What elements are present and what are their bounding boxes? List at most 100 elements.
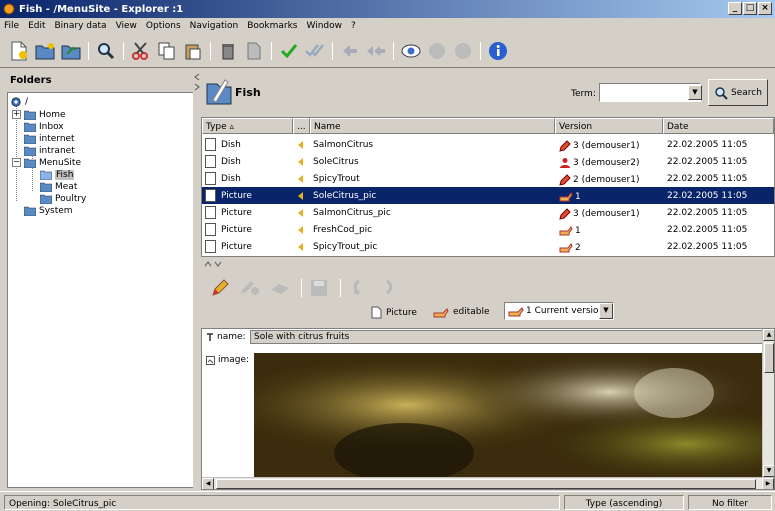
tree-item-poultry[interactable]: Poultry — [40, 193, 86, 205]
back-button[interactable] — [339, 40, 361, 62]
horizontal-scrollbar[interactable]: ◀ ▶ — [202, 477, 774, 489]
search-button[interactable]: Search — [708, 79, 768, 106]
document-gear-icon — [247, 42, 261, 59]
image-label: image: — [218, 355, 250, 365]
tree-item-internet[interactable]: internet — [24, 133, 75, 145]
version-select[interactable]: 1 Current version ▼ — [504, 302, 614, 320]
tree-item-system[interactable]: System — [24, 205, 73, 217]
toolbar-separator — [480, 41, 481, 60]
term-input[interactable] — [599, 83, 701, 102]
new-folder-button[interactable] — [34, 40, 56, 62]
toolbar-separator — [301, 279, 302, 297]
cell-type: Dish — [205, 155, 241, 168]
table-row[interactable]: Picture SpicyTrout_pic 2 22.02.2005 11:05 — [202, 238, 774, 255]
menu-window[interactable]: Window — [307, 21, 343, 31]
hand-version-icon — [559, 226, 573, 236]
column-header-extra[interactable]: ... — [293, 118, 310, 134]
tree-item-meat[interactable]: Meat — [40, 181, 77, 193]
split-arrows-icon — [204, 261, 222, 267]
accept-all-button[interactable] — [304, 40, 326, 62]
minimize-button[interactable]: _ — [728, 2, 742, 15]
scroll-up-button[interactable]: ▲ — [763, 329, 774, 341]
pencil-version-icon — [559, 208, 571, 220]
disabled-round-button-2[interactable] — [452, 40, 474, 62]
horizontal-splitter[interactable] — [201, 258, 775, 270]
cut-button[interactable] — [130, 40, 152, 62]
status-sort: Type (ascending) — [564, 495, 684, 510]
info-button[interactable] — [487, 40, 509, 62]
toolbar-separator — [393, 41, 394, 60]
menu-view[interactable]: View — [116, 21, 137, 31]
scroll-right-button[interactable]: ▶ — [762, 478, 774, 489]
folder-tree: / + Home Inbox internet intranet − MenuS… — [7, 92, 195, 488]
find-button[interactable] — [95, 40, 117, 62]
edit-by-button[interactable] — [239, 277, 261, 299]
hand-icon — [433, 308, 449, 318]
check-double-icon — [305, 43, 324, 57]
window-titlebar[interactable]: Fish - /MenuSite - Explorer :1 _ □ × — [0, 0, 775, 18]
table-row[interactable]: Dish SoleCitrus 3 (demouser2) 22.02.2005 11… — [202, 153, 774, 170]
paste-button[interactable] — [182, 40, 204, 62]
folder-icon — [40, 182, 52, 192]
toolbar-separator — [271, 41, 272, 60]
search-label: Search — [731, 87, 762, 98]
tree-expander-menusite[interactable]: − — [12, 158, 21, 167]
vertical-splitter[interactable] — [193, 70, 201, 490]
preview-button[interactable] — [400, 40, 422, 62]
menu-file[interactable]: File — [4, 21, 19, 31]
tree-expander-home[interactable]: + — [12, 110, 21, 119]
column-header-date[interactable]: Date — [663, 118, 774, 134]
accept-button[interactable] — [278, 40, 300, 62]
table-row[interactable]: Picture SalmonCitrus_pic 3 (demouser1) 22.0… — [202, 204, 774, 221]
vertical-scrollbar[interactable]: ▲ ▼ — [762, 329, 774, 477]
cell-name: SpicyTrout — [313, 174, 360, 184]
maximize-button[interactable]: □ — [743, 2, 757, 15]
eraser-button[interactable] — [269, 277, 291, 299]
table-row[interactable]: Picture FreshCod_pic 1 22.02.2005 11:05 — [202, 221, 774, 238]
cell-date: 22.02.2005 11:05 — [667, 174, 748, 184]
menu-options[interactable]: Options — [146, 21, 181, 31]
new-document-button[interactable] — [8, 40, 30, 62]
scroll-down-button[interactable]: ▼ — [763, 465, 774, 477]
tree-item-home[interactable]: Home — [24, 109, 66, 121]
close-button[interactable]: × — [758, 2, 772, 15]
scroll-thumb[interactable] — [764, 343, 774, 373]
menu-binary-data[interactable]: Binary data — [55, 21, 107, 31]
menu-edit[interactable]: Edit — [28, 21, 45, 31]
column-header-name[interactable]: Name — [310, 118, 555, 134]
edit-button[interactable] — [209, 277, 231, 299]
tree-item-intranet[interactable]: intranet — [24, 145, 75, 157]
column-header-version[interactable]: Version — [555, 118, 663, 134]
copy-button[interactable] — [156, 40, 178, 62]
table-row[interactable]: Dish SalmonCitrus 3 (demouser1) 22.02.2005 … — [202, 136, 774, 153]
window-title: Fish - /MenuSite - Explorer :1 — [19, 3, 184, 15]
back-all-button[interactable] — [365, 40, 387, 62]
column-header-type[interactable]: Type ▵ — [202, 118, 293, 134]
name-field[interactable]: Sole with citrus fruits — [250, 330, 764, 344]
hscroll-thumb[interactable] — [216, 479, 756, 489]
table-row[interactable]: Picture SoleCitrus_pic 1 22.02.2005 11:05 — [202, 187, 774, 204]
redo-button[interactable] — [377, 277, 399, 299]
tree-item-inbox[interactable]: Inbox — [24, 121, 64, 133]
undo-button[interactable] — [347, 277, 369, 299]
disabled-round-button-1[interactable] — [426, 40, 448, 62]
tree-root[interactable]: / — [10, 96, 28, 108]
document-icon — [205, 172, 216, 185]
term-dropdown-button[interactable]: ▼ — [688, 85, 702, 100]
tree-item-menusite[interactable]: MenuSite — [24, 157, 81, 169]
toolbar-separator — [332, 41, 333, 60]
tree-item-fish[interactable]: Fish — [40, 169, 75, 181]
tree-item-label: System — [39, 206, 73, 216]
save-button[interactable] — [308, 277, 330, 299]
properties-button[interactable] — [243, 40, 265, 62]
arrow-left-double-icon — [367, 45, 385, 56]
menu-help[interactable]: ? — [351, 21, 356, 31]
menu-bookmarks[interactable]: Bookmarks — [247, 21, 297, 31]
delete-button[interactable] — [217, 40, 239, 62]
scroll-left-button[interactable]: ◀ — [202, 478, 214, 489]
open-folder-button[interactable] — [60, 40, 82, 62]
version-dropdown-button[interactable]: ▼ — [599, 303, 613, 319]
menu-navigation[interactable]: Navigation — [190, 21, 239, 31]
table-row[interactable]: Dish SpicyTrout 2 (demouser1) 22.02.2005 11… — [202, 170, 774, 187]
folder-open-icon — [40, 170, 52, 180]
